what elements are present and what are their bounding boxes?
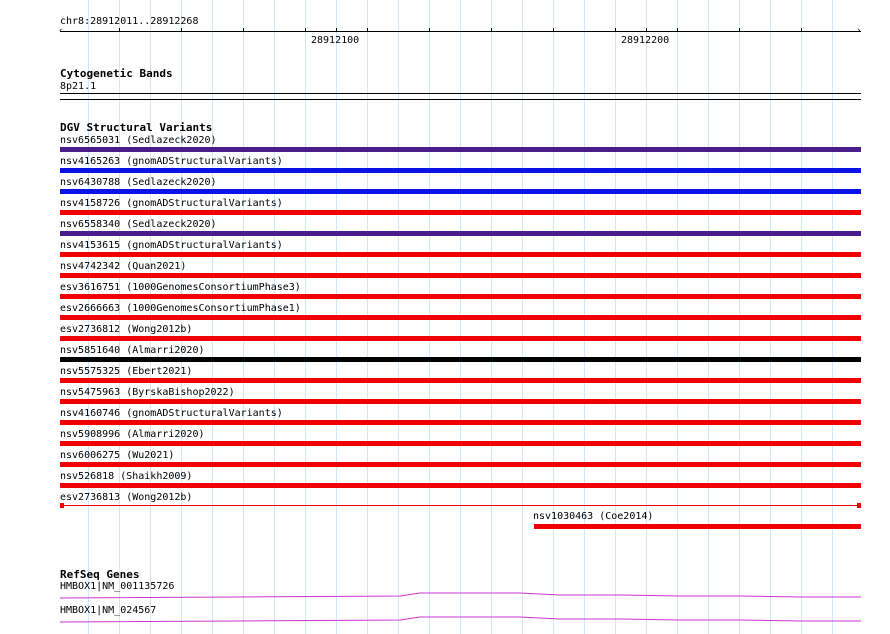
variant-bar[interactable] bbox=[60, 189, 861, 194]
variant-label[interactable]: nsv5575325 (Ebert2021) bbox=[60, 366, 192, 377]
dgv-track-title[interactable]: DGV Structural Variants bbox=[60, 122, 212, 134]
genome-browser-canvas: chr8:28912011..28912268 ‹ › 28912100 289… bbox=[0, 0, 890, 634]
variant-bar[interactable] bbox=[60, 336, 861, 341]
variant-bar[interactable] bbox=[60, 505, 861, 506]
variant-bar[interactable] bbox=[60, 441, 861, 446]
variant-bar[interactable] bbox=[60, 420, 861, 425]
ruler-tick bbox=[677, 28, 678, 32]
ruler-label-1: 28912100 bbox=[311, 35, 360, 46]
variant-label[interactable]: nsv4742342 (Quan2021) bbox=[60, 261, 186, 272]
variant-bar[interactable] bbox=[60, 273, 861, 278]
ruler-tick bbox=[615, 28, 616, 32]
variant-bar[interactable] bbox=[534, 524, 861, 529]
region-label: chr8:28912011..28912268 bbox=[60, 16, 199, 27]
variant-bar[interactable] bbox=[60, 294, 861, 299]
variant-bar[interactable] bbox=[60, 168, 861, 173]
cytoband-line-top bbox=[60, 93, 861, 94]
ruler-tick bbox=[367, 28, 368, 32]
variant-label[interactable]: nsv1030463 (Coe2014) bbox=[533, 511, 653, 522]
ruler-tick bbox=[491, 28, 492, 32]
variant-bar[interactable] bbox=[60, 462, 861, 467]
variant-bar[interactable] bbox=[60, 357, 861, 362]
ruler-tick bbox=[336, 28, 337, 32]
variant-label[interactable]: nsv4165263 (gnomADStructuralVariants) bbox=[60, 156, 283, 167]
variant-label[interactable]: nsv5475963 (ByrskaBishop2022) bbox=[60, 387, 235, 398]
ruler-tick bbox=[429, 28, 430, 32]
variant-label[interactable]: nsv526818 (Shaikh2009) bbox=[60, 471, 192, 482]
ruler-tick bbox=[646, 28, 647, 32]
ruler-tick bbox=[553, 28, 554, 32]
variant-bar[interactable] bbox=[60, 399, 861, 404]
variant-bar[interactable] bbox=[60, 252, 861, 257]
scroll-left-arrow-icon[interactable]: ‹ bbox=[58, 27, 63, 36]
variant-label[interactable]: nsv4160746 (gnomADStructuralVariants) bbox=[60, 408, 283, 419]
variant-bar[interactable] bbox=[60, 210, 861, 215]
ruler-tick bbox=[181, 28, 182, 32]
gene-models bbox=[59, 592, 861, 623]
ruler-tick bbox=[739, 28, 740, 32]
ruler-tick bbox=[801, 28, 802, 32]
variant-label[interactable]: nsv6565031 (Sedlazeck2020) bbox=[60, 135, 217, 146]
gene-model-2[interactable] bbox=[59, 616, 861, 623]
variant-bar[interactable] bbox=[60, 147, 861, 152]
variant-label[interactable]: esv3616751 (1000GenomesConsortiumPhase3) bbox=[60, 282, 301, 293]
refseq-track-title[interactable]: RefSeq Genes bbox=[60, 569, 139, 581]
ruler-tick bbox=[305, 28, 306, 32]
variant-label[interactable]: nsv6006275 (Wu2021) bbox=[60, 450, 174, 461]
gene-model-1[interactable] bbox=[59, 592, 861, 599]
cytobands-track-title[interactable]: Cytogenetic Bands bbox=[60, 68, 173, 80]
scroll-right-arrow-icon[interactable]: › bbox=[856, 27, 861, 36]
cytoband-line-bottom bbox=[60, 99, 861, 100]
variant-bar[interactable] bbox=[60, 378, 861, 383]
variant-label[interactable]: esv2736812 (Wong2012b) bbox=[60, 324, 192, 335]
variant-label[interactable]: nsv6558340 (Sedlazeck2020) bbox=[60, 219, 217, 230]
variant-bar[interactable] bbox=[60, 483, 861, 488]
ruler-tick bbox=[119, 28, 120, 32]
ruler-tick bbox=[243, 28, 244, 32]
variant-label[interactable]: nsv5908996 (Almarri2020) bbox=[60, 429, 205, 440]
variant-label[interactable]: esv2736813 (Wong2012b) bbox=[60, 492, 192, 503]
variant-label[interactable]: esv2666663 (1000GenomesConsortiumPhase1) bbox=[60, 303, 301, 314]
ruler-label-2: 28912200 bbox=[621, 35, 670, 46]
variant-label[interactable]: nsv4153615 (gnomADStructuralVariants) bbox=[60, 240, 283, 251]
variant-label[interactable]: nsv5851640 (Almarri2020) bbox=[60, 345, 205, 356]
variant-bar[interactable] bbox=[60, 231, 861, 236]
variant-bar[interactable] bbox=[60, 315, 861, 320]
variant-label[interactable]: nsv6430788 (Sedlazeck2020) bbox=[60, 177, 217, 188]
variant-label[interactable]: nsv4158726 (gnomADStructuralVariants) bbox=[60, 198, 283, 209]
cytoband-label: 8p21.1 bbox=[60, 81, 97, 92]
